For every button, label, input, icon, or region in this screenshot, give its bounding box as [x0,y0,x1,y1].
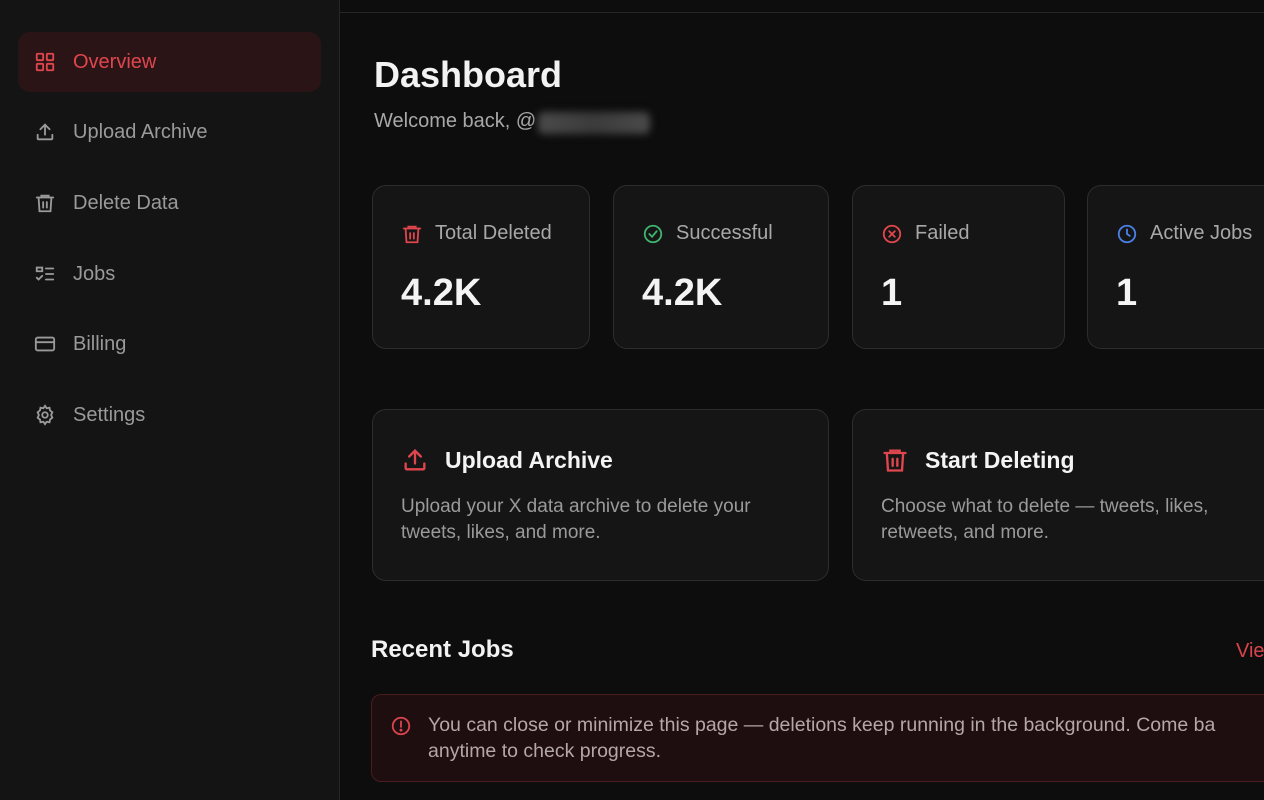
stat-card-active-jobs: Active Jobs 1 [1087,185,1264,349]
sidebar-item-jobs[interactable]: Jobs [18,244,321,304]
divider [340,12,1264,13]
card-description: Choose what to delete — tweets, likes, r… [881,496,1209,543]
notice-text: You can close or minimize this page — de… [428,714,1216,762]
main-content: Dashboard Welcome back, @ Total Deleted … [340,0,1264,800]
trash-icon [883,449,907,472]
page-title: Dashboard [374,54,563,95]
stat-value: 4.2K [401,272,482,314]
check-circle-icon [643,224,663,243]
stat-label: Failed [915,222,970,244]
gear-icon [34,404,56,426]
view-all-link[interactable]: Vie [1236,640,1264,663]
card-title: Start Deleting [925,446,1075,473]
background-notice: You can close or minimize this page — de… [371,694,1264,782]
card-description: Upload your X data archive to delete you… [401,496,751,543]
sidebar-item-delete-data[interactable]: Delete Data [18,173,321,233]
upload-icon [404,449,426,471]
sidebar-item-label: Settings [73,403,146,426]
trash-icon [34,192,56,214]
sidebar-item-label: Delete Data [73,191,179,214]
credit-card-icon [34,333,56,355]
stat-label: Active Jobs [1150,222,1253,244]
sidebar-item-settings[interactable]: Settings [18,385,321,445]
sidebar-item-label: Upload Archive [73,120,208,143]
upload-icon [34,121,56,143]
stat-value: 1 [1116,272,1138,314]
trash-icon [402,225,422,243]
stat-label: Total Deleted [435,222,552,244]
welcome-text: Welcome back, @ [374,110,537,132]
list-check-icon [34,263,56,285]
grid-icon [34,51,56,73]
stat-value: 4.2K [642,272,723,314]
recent-jobs-title: Recent Jobs [371,636,514,663]
sidebar-item-upload-archive[interactable]: Upload Archive [18,102,321,162]
sidebar-item-label: Overview [73,50,157,73]
upload-archive-card[interactable]: Upload Archive Upload your X data archiv… [372,409,829,581]
x-circle-icon [882,224,902,243]
stat-card-successful: Successful 4.2K [613,185,829,349]
stat-label: Successful [676,222,773,244]
alert-circle-icon [391,716,411,736]
stat-value: 1 [881,272,903,314]
start-deleting-card[interactable]: Start Deleting Choose what to delete — t… [852,409,1264,581]
sidebar-item-overview[interactable]: Overview [18,32,321,92]
blurred-username [538,112,651,134]
stat-card-failed: Failed 1 [852,185,1065,349]
clock-icon [1117,224,1137,243]
stat-card-total-deleted: Total Deleted 4.2K [372,185,590,349]
sidebar-item-label: Billing [73,332,127,355]
sidebar-item-billing[interactable]: Billing [18,314,321,374]
sidebar-item-label: Jobs [73,262,116,285]
welcome-message: Welcome back, @ [374,110,651,134]
card-title: Upload Archive [445,446,613,473]
sidebar: Overview Upload Archive Delete Data Jobs… [0,0,340,800]
